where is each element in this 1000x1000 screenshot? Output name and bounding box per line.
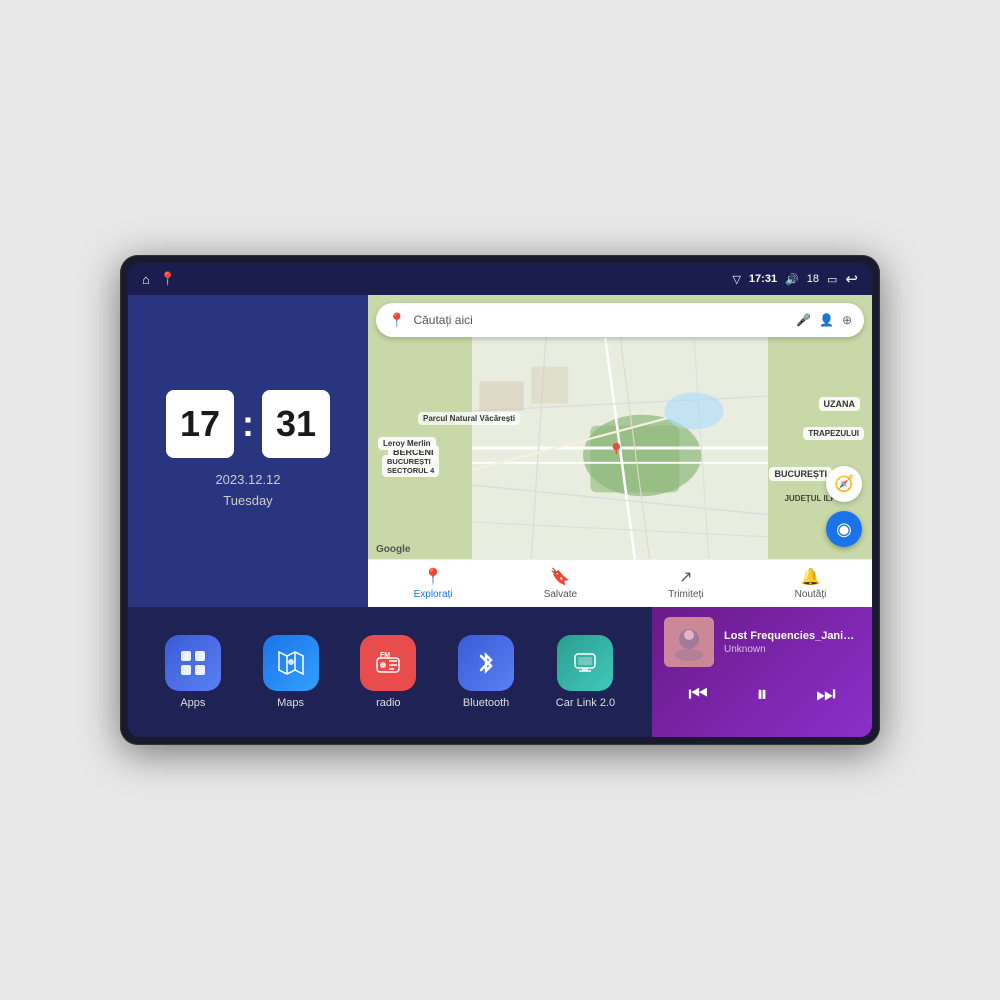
layers-icon[interactable]: ⊕ bbox=[842, 313, 852, 327]
device-frame: ⌂ 📍 ▽ 17:31 🔊 18 ▭ ↩ 17 : bbox=[120, 255, 880, 745]
apps-row: Apps Maps bbox=[128, 607, 652, 737]
mic-icon[interactable]: 🎤 bbox=[796, 313, 811, 327]
saved-icon: 🔖 bbox=[550, 567, 570, 587]
parcul-label: Parcul Natural Văcărești bbox=[418, 412, 520, 425]
map-search-icons: 🎤 👤 ⊕ bbox=[796, 313, 852, 327]
next-button[interactable]: ⏭ bbox=[808, 677, 844, 711]
map-nav: 📍 Explorați 🔖 Salvate ↗ Trimiteți 🔔 bbox=[368, 559, 872, 607]
carlink-label: Car Link 2.0 bbox=[556, 697, 615, 709]
news-icon: 🔔 bbox=[801, 567, 821, 587]
status-bar: ⌂ 📍 ▽ 17:31 🔊 18 ▭ ↩ bbox=[128, 263, 872, 295]
status-bar-right: ▽ 17:31 🔊 18 ▭ ↩ bbox=[732, 270, 858, 288]
news-label: Noutăți bbox=[795, 589, 827, 600]
maps-label: Maps bbox=[277, 697, 304, 709]
sector4-label: BUCUREȘTISECTORUL 4 bbox=[382, 455, 439, 477]
battery-level: 18 bbox=[807, 273, 819, 285]
radio-label: radio bbox=[376, 697, 400, 709]
music-thumbnail bbox=[664, 617, 714, 667]
clock-panel: 17 : 31 2023.12.12 Tuesday bbox=[128, 295, 368, 607]
status-time: 17:31 bbox=[749, 273, 777, 285]
clock-minutes: 31 bbox=[262, 390, 330, 458]
bucuresti-label: BUCUREȘTI bbox=[769, 467, 832, 481]
music-controls: ⏮ ⏸ ⏭ bbox=[664, 677, 860, 711]
app-item-bluetooth[interactable]: Bluetooth bbox=[458, 635, 514, 709]
clock-date: 2023.12.12 Tuesday bbox=[215, 470, 280, 512]
maps-icon bbox=[263, 635, 319, 691]
map-area: UZANA TRAPEZULUI BUCUREȘTI JUDEȚUL ILFOV… bbox=[368, 337, 872, 559]
radio-icon: FM bbox=[360, 635, 416, 691]
share-label: Trimiteți bbox=[668, 589, 703, 600]
map-panel[interactable]: UZANA TRAPEZULUI BUCUREȘTI JUDEȚUL ILFOV… bbox=[368, 295, 872, 607]
battery-icon: ▭ bbox=[827, 273, 837, 286]
music-player: Lost Frequencies_Janieck Devy-... Unknow… bbox=[652, 607, 872, 737]
music-text: Lost Frequencies_Janieck Devy-... Unknow… bbox=[724, 630, 860, 655]
google-logo: Google bbox=[376, 544, 410, 555]
signal-icon: ▽ bbox=[732, 273, 740, 286]
map-nav-share[interactable]: ↗ Trimiteți bbox=[668, 567, 703, 600]
map-nav-saved[interactable]: 🔖 Salvate bbox=[544, 567, 577, 600]
device-screen: ⌂ 📍 ▽ 17:31 🔊 18 ▭ ↩ 17 : bbox=[128, 263, 872, 737]
volume-icon: 🔊 bbox=[785, 273, 799, 286]
svg-text:FM: FM bbox=[380, 652, 390, 659]
account-icon[interactable]: 👤 bbox=[819, 313, 834, 327]
play-pause-button[interactable]: ⏸ bbox=[748, 677, 775, 711]
bluetooth-icon bbox=[458, 635, 514, 691]
explore-label: Explorați bbox=[414, 589, 453, 600]
carlink-icon bbox=[557, 635, 613, 691]
trapezului-label: TRAPEZULUI bbox=[803, 427, 864, 440]
app-item-radio[interactable]: FM radio bbox=[360, 635, 416, 709]
app-item-apps[interactable]: Apps bbox=[165, 635, 221, 709]
map-pin-icon: 📍 bbox=[388, 312, 405, 329]
compass-fab[interactable]: 🧭 bbox=[826, 466, 862, 502]
music-info: Lost Frequencies_Janieck Devy-... Unknow… bbox=[664, 617, 860, 667]
apps-label: Apps bbox=[180, 697, 205, 709]
top-section: 17 : 31 2023.12.12 Tuesday bbox=[128, 295, 872, 607]
main-content: 17 : 31 2023.12.12 Tuesday bbox=[128, 295, 872, 737]
share-icon: ↗ bbox=[679, 567, 692, 587]
map-nav-explore[interactable]: 📍 Explorați bbox=[414, 567, 453, 600]
map-search-bar[interactable]: 📍 Căutați aici 🎤 👤 ⊕ bbox=[376, 303, 864, 337]
map-nav-news[interactable]: 🔔 Noutăți bbox=[795, 567, 827, 600]
clock-hours: 17 bbox=[166, 390, 234, 458]
status-bar-left: ⌂ 📍 bbox=[142, 271, 176, 287]
back-icon[interactable]: ↩ bbox=[845, 270, 858, 288]
maps-status-icon[interactable]: 📍 bbox=[160, 271, 176, 287]
explore-icon: 📍 bbox=[423, 567, 443, 587]
music-title: Lost Frequencies_Janieck Devy-... bbox=[724, 630, 860, 642]
saved-label: Salvate bbox=[544, 589, 577, 600]
apps-icon bbox=[165, 635, 221, 691]
prev-button[interactable]: ⏮ bbox=[680, 677, 716, 711]
map-search-text[interactable]: Căutați aici bbox=[413, 313, 788, 327]
home-icon[interactable]: ⌂ bbox=[142, 272, 150, 287]
uzana-label: UZANA bbox=[819, 397, 861, 411]
clock-separator: : bbox=[242, 403, 254, 445]
app-item-carlink[interactable]: Car Link 2.0 bbox=[556, 635, 615, 709]
music-artist: Unknown bbox=[724, 644, 860, 655]
bluetooth-label: Bluetooth bbox=[463, 697, 509, 709]
bottom-section: Apps Maps bbox=[128, 607, 872, 737]
clock-display: 17 : 31 bbox=[166, 390, 330, 458]
location-fab[interactable]: ◉ bbox=[826, 511, 862, 547]
app-item-maps[interactable]: Maps bbox=[263, 635, 319, 709]
leroy-label: Leroy Merlin bbox=[378, 437, 436, 450]
